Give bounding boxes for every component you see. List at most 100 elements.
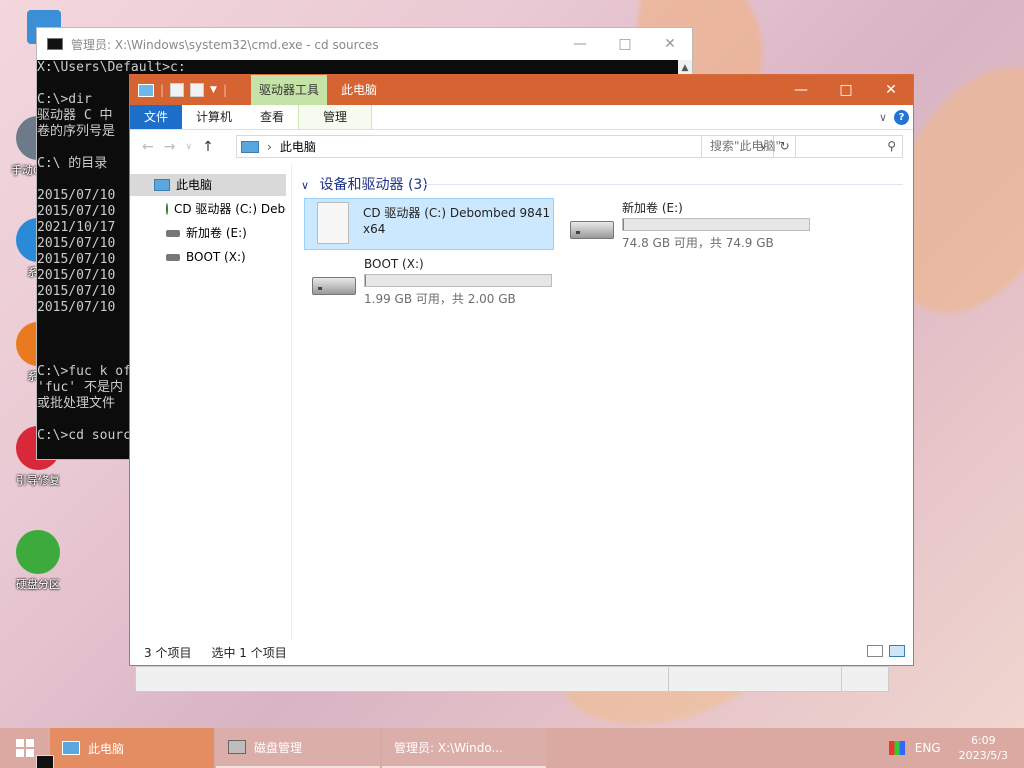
drive-tile-e[interactable]: 新加卷 (E:) 74.8 GB 可用，共 74.9 GB xyxy=(562,198,812,250)
nav-item-cd-drive[interactable]: CD 驱动器 (C:) Debombed 9841 x64 xyxy=(130,198,286,220)
breadcrumb-this-pc[interactable]: 此电脑 xyxy=(280,138,316,155)
status-separator xyxy=(668,667,669,691)
search-placeholder: 搜索"此电脑" xyxy=(710,139,782,153)
cmd-line: 2015/07/10 xyxy=(37,188,116,203)
clock-time: 6:09 xyxy=(970,734,996,747)
drive-space-info: 1.99 GB 可用，共 2.00 GB xyxy=(364,292,516,306)
cmd-titlebar[interactable]: 管理员: X:\Windows\system32\cmd.exe - cd so… xyxy=(37,28,692,60)
tab-view[interactable]: 查看 xyxy=(246,105,298,129)
minimize-icon[interactable]: — xyxy=(778,75,824,105)
drive-tile-cd[interactable]: CD 驱动器 (C:) Debombed 9841 x64 xyxy=(304,198,554,250)
quick-access-toolbar: | ▼ | xyxy=(130,75,227,105)
close-icon[interactable]: ✕ xyxy=(868,75,914,105)
cmd-line: 'fuc' 不是内 xyxy=(37,380,123,395)
nav-item-this-pc[interactable]: 此电脑 xyxy=(130,174,286,196)
maximize-icon[interactable]: □ xyxy=(602,28,648,60)
cmd-line: 2015/07/10 xyxy=(37,204,116,219)
breadcrumb-chevron-icon[interactable]: › xyxy=(267,140,272,154)
toolbar-separator: | xyxy=(222,83,228,97)
cmd-icon xyxy=(36,755,54,768)
cmd-title: 管理员: X:\Windows\system32\cmd.exe - cd so… xyxy=(71,37,379,52)
clock[interactable]: 6:09 2023/5/3 xyxy=(959,733,1008,763)
drive-usage-fill xyxy=(365,275,366,286)
group-title: 设备和驱动器 (3) xyxy=(319,177,428,193)
search-icon[interactable]: ⚲ xyxy=(887,136,896,157)
up-icon[interactable]: ↑ xyxy=(202,139,214,155)
group-divider xyxy=(423,184,903,185)
status-separator xyxy=(841,667,842,691)
drive-space-info: 74.8 GB 可用，共 74.9 GB xyxy=(622,236,774,250)
maximize-icon[interactable]: □ xyxy=(823,75,869,105)
cmd-line: 2015/07/10 xyxy=(37,268,116,283)
desktop-icon-partition[interactable]: 硬盘分区 xyxy=(8,530,68,592)
cmd-line: 驱动器 C 中 xyxy=(37,108,113,123)
group-header[interactable]: ∨ 设备和驱动器 (3) xyxy=(301,174,428,194)
computer-icon xyxy=(62,741,80,755)
nav-label: 此电脑 xyxy=(176,178,213,192)
collapse-chevron-icon[interactable]: ∨ xyxy=(301,179,309,192)
hard-drive-icon xyxy=(166,253,180,261)
drive-usage-bar xyxy=(364,274,552,287)
disk-management-window-statusbar xyxy=(135,666,889,692)
file-explorer-window[interactable]: | ▼ | 驱动器工具 此电脑 — □ ✕ 文件 计算机 查看 管理 ∨ ? ←… xyxy=(129,74,914,666)
minimize-icon[interactable]: — xyxy=(557,28,603,60)
content-pane: ∨ 设备和驱动器 (3) CD 驱动器 (C:) Debombed 9841 x… xyxy=(293,164,913,640)
computer-icon xyxy=(154,179,170,191)
cmd-icon xyxy=(47,38,63,50)
cmd-line: C:\ 的目录 xyxy=(37,156,108,171)
cmd-line: 2015/07/10 xyxy=(37,300,116,315)
input-language[interactable]: ENG xyxy=(915,741,941,755)
taskbar-item-cmd[interactable]: 管理员: X:\Windo... xyxy=(36,728,546,768)
forward-icon[interactable]: → xyxy=(164,139,176,155)
details-view-icon[interactable] xyxy=(867,645,883,657)
back-icon[interactable]: ← xyxy=(142,139,154,155)
partition-icon xyxy=(16,530,60,574)
cd-drive-icon xyxy=(317,202,349,244)
customize-toolbar-icon[interactable]: ▼ xyxy=(210,85,217,95)
help-icon[interactable]: ? xyxy=(894,110,909,125)
hard-drive-icon xyxy=(166,229,180,237)
window-title: 此电脑 xyxy=(341,83,378,97)
taskbar: 此电脑 磁盘管理 管理员: X:\Windo... ENG 6:09 2023/… xyxy=(0,728,1024,768)
nav-label: BOOT (X:) xyxy=(186,250,246,264)
drive-tile-boot[interactable]: BOOT (X:) 1.99 GB 可用，共 2.00 GB xyxy=(304,254,554,306)
display-settings-icon[interactable] xyxy=(888,741,905,755)
tab-computer[interactable]: 计算机 xyxy=(182,105,246,129)
cmd-line: 2021/10/17 xyxy=(37,220,116,235)
drive-tools-context-tab[interactable]: 驱动器工具 xyxy=(251,75,328,105)
cmd-line: C:\>fuc k of xyxy=(37,364,131,379)
explorer-titlebar[interactable]: | ▼ | 驱动器工具 此电脑 — □ ✕ xyxy=(130,75,913,105)
selection-count: 选中 1 个项目 xyxy=(211,645,287,660)
close-icon[interactable]: ✕ xyxy=(647,28,693,60)
taskbar-item-disk-management[interactable]: 磁盘管理 xyxy=(216,728,380,768)
cmd-line: 2015/07/10 xyxy=(37,236,116,251)
properties-icon[interactable] xyxy=(170,83,185,97)
cmd-line: 或批处理文件 xyxy=(37,396,116,411)
taskbar-item-this-pc[interactable]: 此电脑 xyxy=(50,728,214,768)
cmd-line: 卷的序列号是 xyxy=(37,124,116,139)
large-icons-view-icon[interactable] xyxy=(889,645,905,657)
cd-drive-icon xyxy=(166,203,168,215)
taskbar-label: 磁盘管理 xyxy=(254,740,303,755)
item-count: 3 个项目 xyxy=(144,645,192,660)
recent-locations-icon[interactable]: ∨ xyxy=(185,142,192,152)
nav-item-boot-x[interactable]: BOOT (X:) xyxy=(130,246,286,268)
clock-date: 2023/5/3 xyxy=(958,749,1008,762)
toolbar-separator: | xyxy=(160,83,165,97)
ribbon-tabs: 文件 计算机 查看 管理 ∨ ? xyxy=(130,105,913,130)
computer-icon xyxy=(241,140,259,153)
nav-label: 新加卷 (E:) xyxy=(186,226,247,240)
tab-file[interactable]: 文件 xyxy=(130,105,183,129)
expand-ribbon-icon[interactable]: ∨ xyxy=(879,111,887,124)
search-input[interactable]: 搜索"此电脑" ⚲ xyxy=(701,135,903,158)
taskbar-label: 管理员: X:\Windo... xyxy=(394,740,503,755)
nav-label: CD 驱动器 (C:) Debombed 9841 x64 xyxy=(174,202,286,216)
status-bar: 3 个项目 选中 1 个项目 xyxy=(130,639,913,665)
drive-name: CD 驱动器 (C:) Debombed 9841 xyxy=(363,206,551,220)
nav-item-drive-e[interactable]: 新加卷 (E:) xyxy=(130,222,286,244)
drive-name: BOOT (X:) xyxy=(364,257,424,271)
computer-icon xyxy=(138,83,154,97)
tab-manage[interactable]: 管理 xyxy=(298,105,373,129)
address-row: ← → ∨ ↑ › 此电脑 ∨ ↻ 搜索"此电脑" ⚲ xyxy=(130,130,913,164)
new-folder-icon[interactable] xyxy=(190,83,205,97)
